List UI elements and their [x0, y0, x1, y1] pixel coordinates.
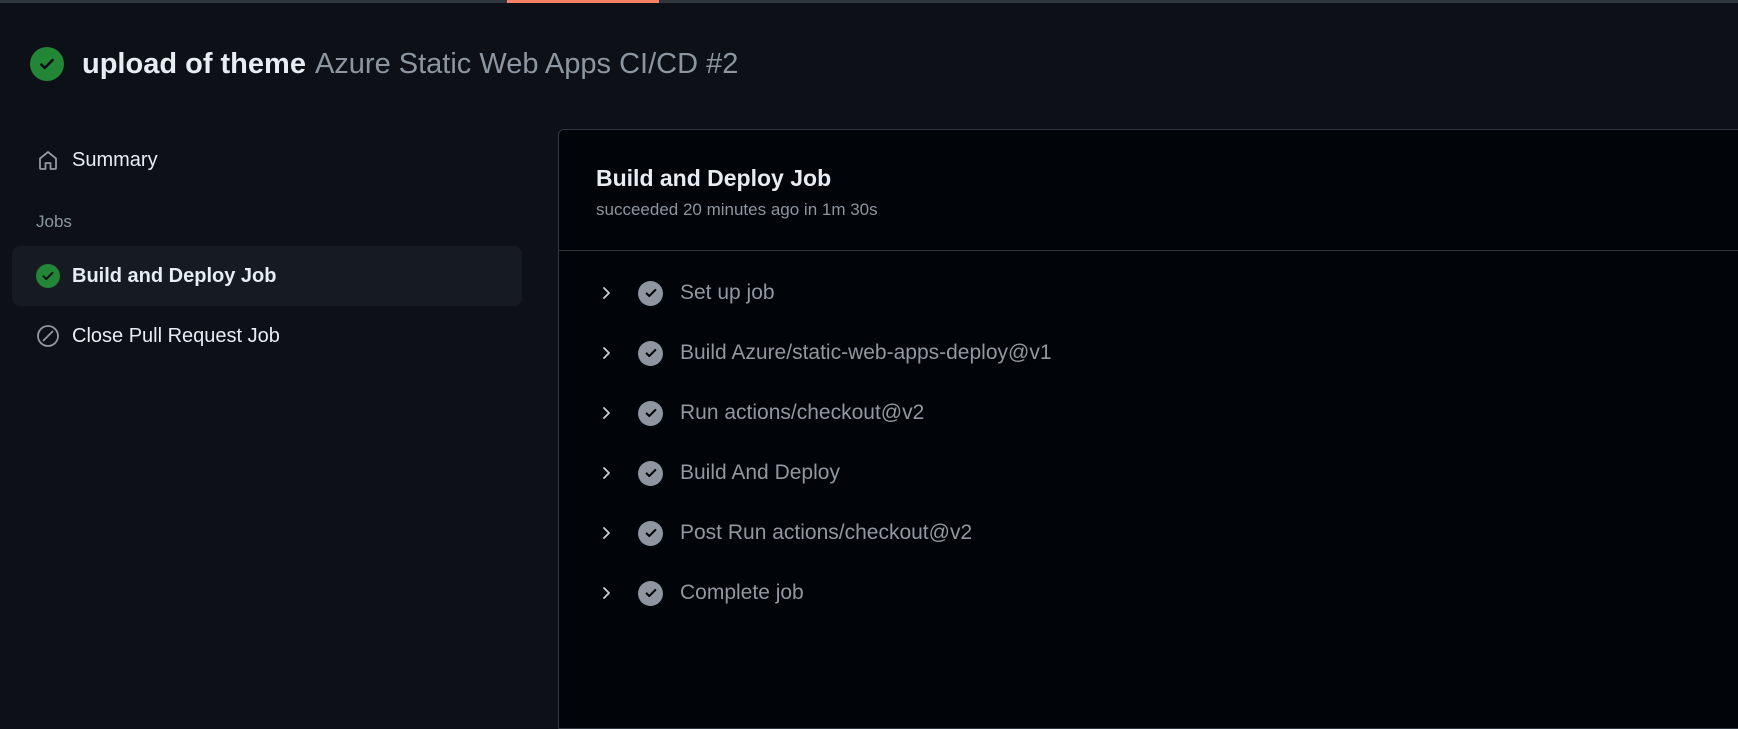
step-row[interactable]: Build And Deploy [559, 443, 1738, 503]
chevron-right-icon [596, 343, 616, 363]
sidebar-item-close-pull-request-job[interactable]: Close Pull Request Job [12, 306, 522, 366]
step-label: Set up job [680, 281, 775, 304]
step-check-icon [638, 340, 663, 366]
job-panel: Build and Deploy Job succeeded 20 minute… [558, 129, 1738, 729]
step-row[interactable]: Set up job [559, 263, 1738, 323]
step-label: Complete job [680, 581, 804, 604]
step-check-icon [638, 520, 663, 546]
step-check-icon [638, 400, 663, 426]
job-panel-header: Build and Deploy Job succeeded 20 minute… [559, 130, 1738, 251]
success-check-icon [35, 263, 61, 289]
step-label: Build And Deploy [680, 461, 840, 484]
active-tab-underline [507, 0, 659, 3]
sidebar-item-label: Close Pull Request Job [72, 324, 280, 347]
sidebar-item-label: Build and Deploy Job [72, 264, 277, 287]
step-row[interactable]: Build Azure/static-web-apps-deploy@v1 [559, 323, 1738, 383]
sidebar: Summary Jobs Build and Deploy Job Close … [12, 130, 522, 366]
chevron-right-icon [596, 523, 616, 543]
commit-title: upload of theme [82, 47, 306, 80]
step-label: Build Azure/static-web-apps-deploy@v1 [680, 341, 1052, 364]
step-check-icon [638, 580, 663, 606]
step-check-icon [638, 460, 663, 486]
chevron-right-icon [596, 463, 616, 483]
sidebar-item-label: Summary [72, 148, 158, 171]
skipped-icon [35, 323, 61, 349]
chevron-right-icon [596, 403, 616, 423]
sidebar-item-summary[interactable]: Summary [12, 130, 522, 190]
job-title: Build and Deploy Job [596, 165, 832, 191]
success-check-icon [30, 47, 64, 81]
step-label: Post Run actions/checkout@v2 [680, 521, 973, 544]
step-row[interactable]: Complete job [559, 563, 1738, 623]
step-check-icon [638, 280, 663, 306]
job-steps: Set up job Build Azure/static-web-apps-d… [559, 251, 1738, 623]
sidebar-item-build-and-deploy-job[interactable]: Build and Deploy Job [12, 246, 522, 306]
workflow-name: Azure Static Web Apps CI/CD #2 [314, 47, 739, 80]
jobs-section-label: Jobs [36, 212, 72, 231]
home-icon [35, 147, 61, 173]
chevron-right-icon [596, 283, 616, 303]
step-row[interactable]: Post Run actions/checkout@v2 [559, 503, 1738, 563]
step-label: Run actions/checkout@v2 [680, 401, 925, 424]
run-header: upload of theme Azure Static Web Apps CI… [30, 44, 738, 84]
chevron-right-icon [596, 583, 616, 603]
step-row[interactable]: Run actions/checkout@v2 [559, 383, 1738, 443]
top-border [0, 0, 1738, 3]
job-subtitle: succeeded 20 minutes ago in 1m 30s [596, 200, 878, 219]
